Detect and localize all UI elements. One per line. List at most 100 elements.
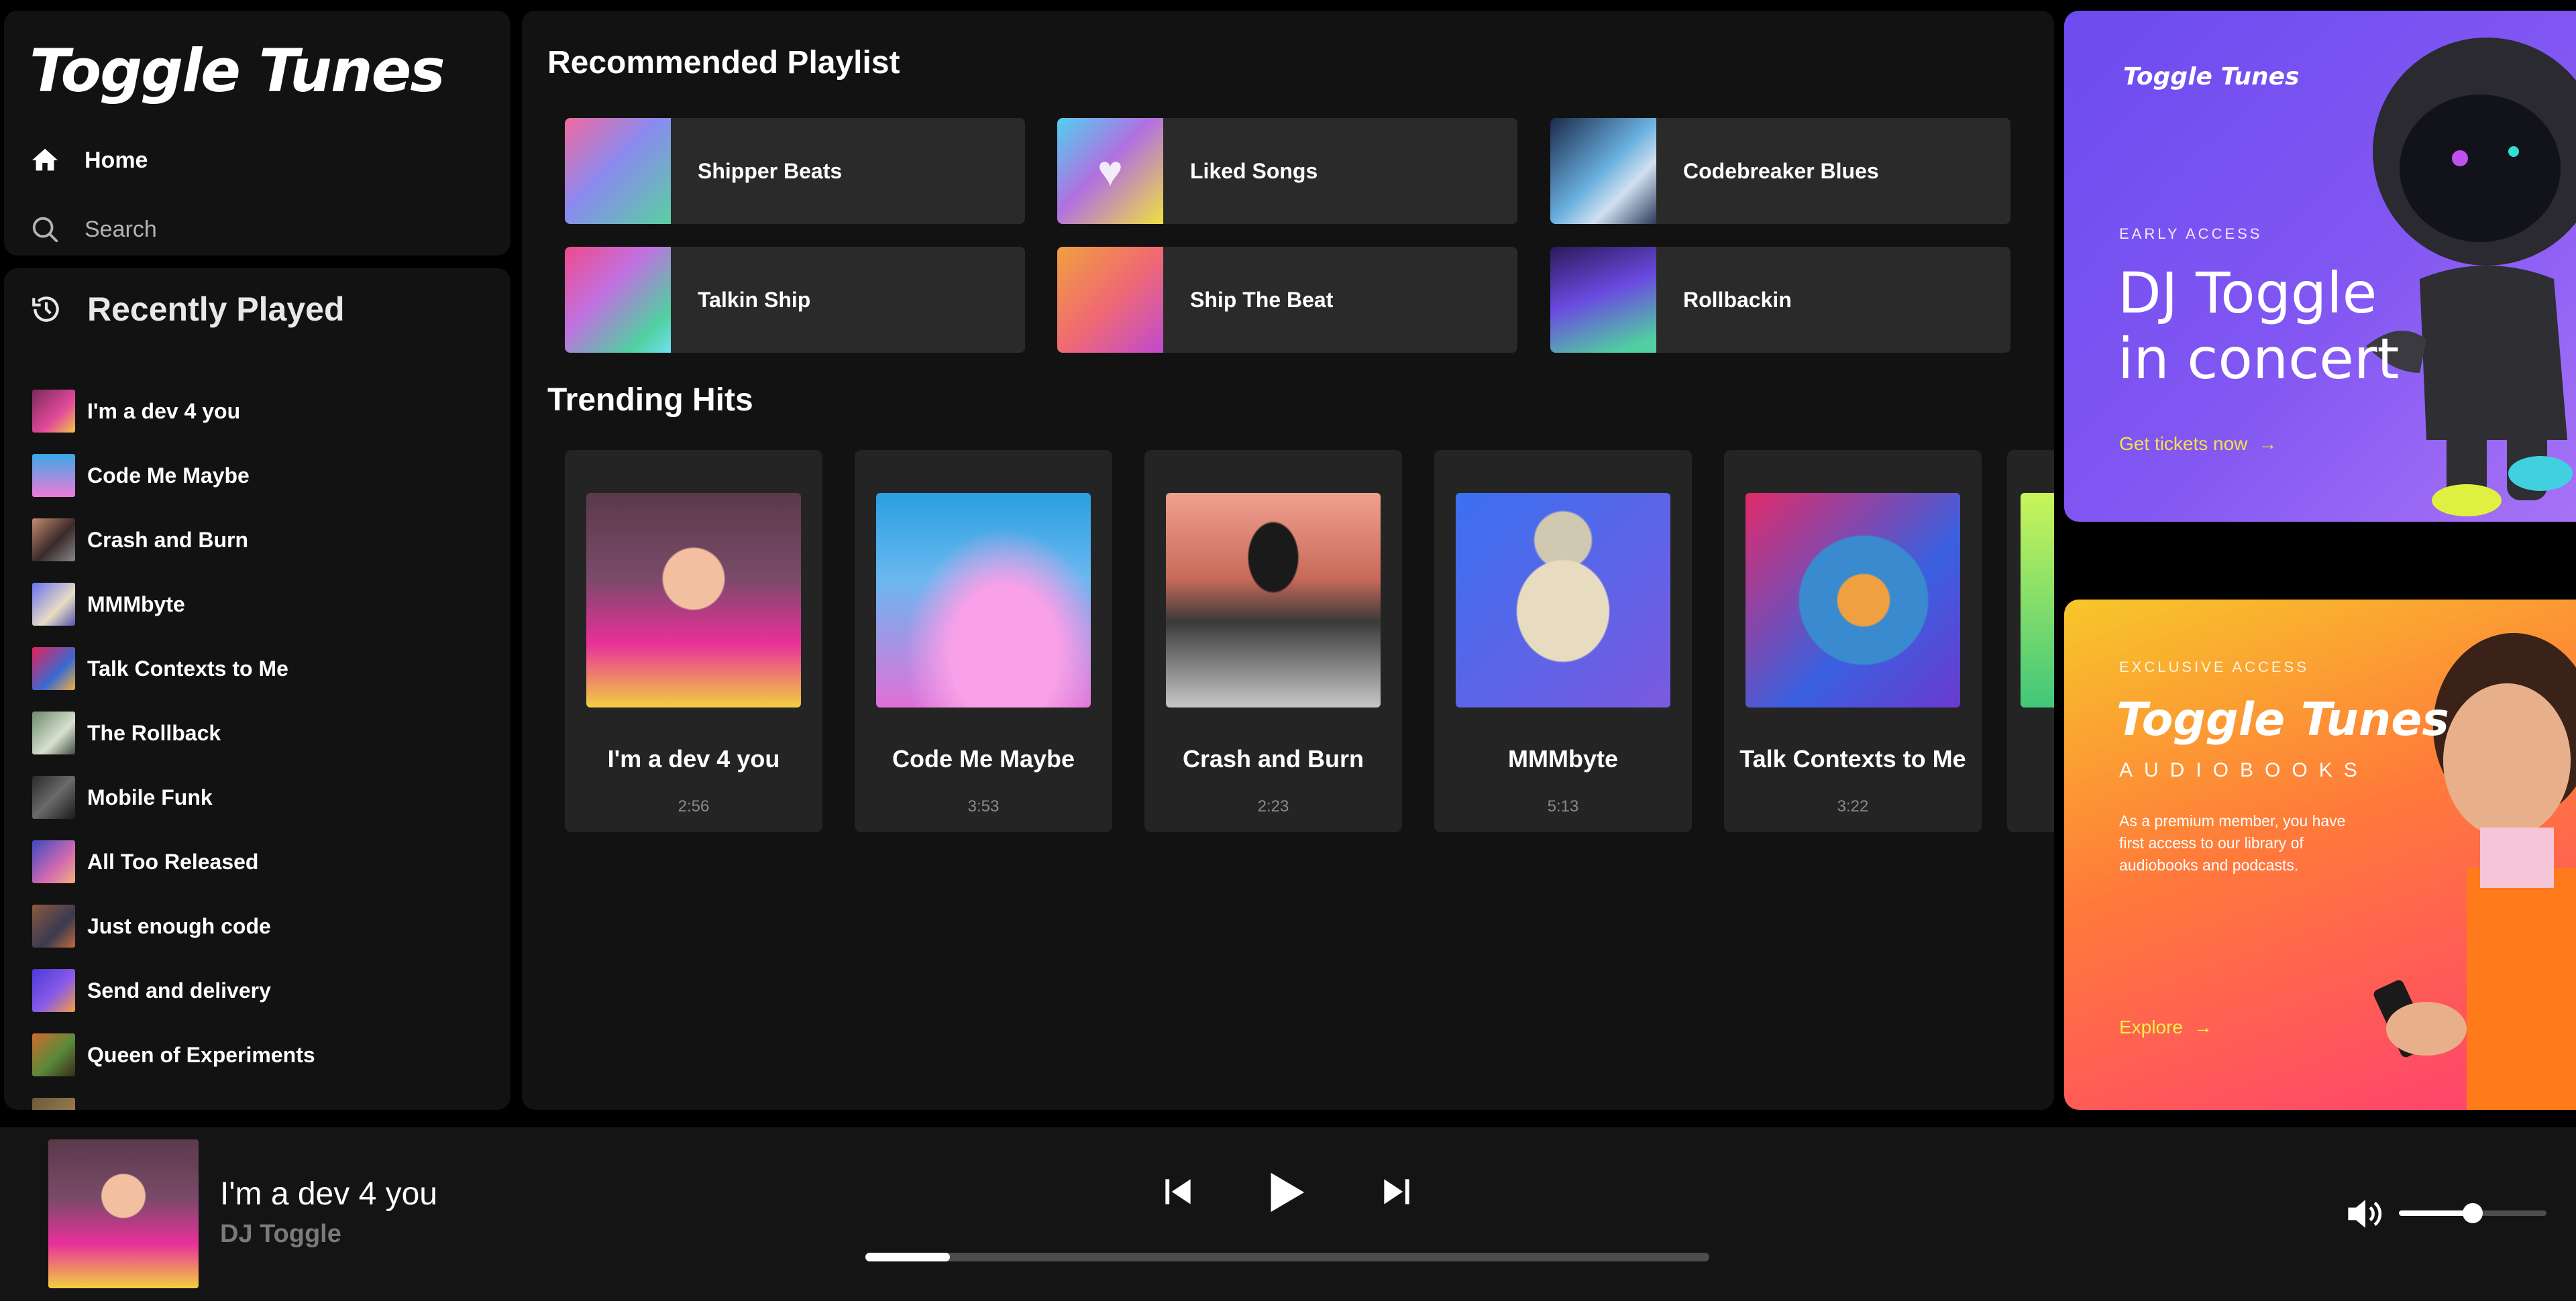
track-cover [876,493,1091,708]
app-logo[interactable]: Toggle Tunes [30,36,445,105]
concert-logo: Toggle Tunes [2123,63,2300,91]
track-duration: 5:13 [1547,797,1579,815]
playlist-card[interactable]: Ship The Beat [1057,247,1517,353]
playlist-card[interactable]: ♥ Liked Songs [1057,118,1517,224]
recent-thumb [32,905,75,948]
audiobook-logo: Toggle Tunes [2116,693,2449,746]
nav-home[interactable]: Home [30,145,148,176]
recommended-title: Recommended Playlist [547,45,900,80]
playlist-name: Codebreaker Blues [1683,158,1879,183]
logo-text: Toggle Tunes [30,36,445,105]
recent-thumb [32,840,75,883]
recent-item-title: Talk Contexts to Me [87,656,288,681]
recently-played-panel: Recently Played I'm a dev 4 you Code Me … [4,268,511,1110]
recent-item-title: Just enough code [87,913,271,938]
volume-slider[interactable] [2399,1203,2546,1223]
track-title: I'm a dev 4 you [607,745,780,773]
next-button[interactable] [1378,1173,1415,1210]
track-duration: 3:22 [1837,797,1869,815]
previous-icon [1165,1179,1191,1204]
recent-item[interactable]: All Too Released [32,830,315,894]
now-playing-cover[interactable] [48,1139,199,1288]
recent-item[interactable]: Talk Contexts to Me [32,636,315,701]
playlist-art: ♥ [1057,118,1163,224]
track-duration: 2:56 [678,797,710,815]
explore-label: Explore [2119,1017,2183,1037]
recent-item[interactable]: I'm a dev 4 you [32,379,315,443]
recent-thumb [32,776,75,819]
track-cover [1746,493,1960,708]
recent-item-title: Crash and Burn [87,527,249,552]
recent-item-title: Send and delivery [87,978,271,1003]
audiobook-body: As a premium member, you have first acce… [2119,810,2345,876]
trending-title: Trending Hits [547,382,753,418]
recent-item[interactable]: Send and delivery [32,958,315,1023]
recent-thumb [32,390,75,433]
explore-link[interactable]: Explore → [2119,1017,2212,1038]
playlist-card[interactable]: Rollbackin [1550,247,2010,353]
recent-item[interactable]: Mobile Funk [32,765,315,830]
progress-bar[interactable] [865,1253,1709,1261]
playlist-name: Rollbackin [1683,287,1792,312]
track-card[interactable]: Talk Contexts to Me 3:22 [1724,450,1982,832]
track-duration: 3:53 [967,797,1000,815]
now-playing-title[interactable]: I'm a dev 4 you [220,1176,437,1212]
audiobook-banner[interactable]: EXCLUSIVE ACCESS Toggle Tunes AUDIOBOOKS… [2064,600,2576,1110]
recent-thumb [32,518,75,561]
get-tickets-link[interactable]: Get tickets now → [2119,433,2277,455]
recent-item-title: Mobile Funk [87,785,213,809]
audiobook-body-line: first access to our library of [2119,834,2304,852]
arrow-right-icon: → [2193,1017,2212,1037]
volume-icon[interactable] [2345,1195,2386,1233]
concert-banner[interactable]: Toggle Tunes EARLY ACCESS DJ Toggle in c… [2064,11,2576,522]
playlist-card[interactable]: Talkin Ship [565,247,1025,353]
recent-thumb [32,454,75,497]
track-card-peek[interactable] [2007,450,2054,832]
track-card[interactable]: MMMbyte 5:13 [1434,450,1692,832]
playlist-name: Shipper Beats [698,158,843,183]
play-button[interactable] [1261,1168,1308,1217]
recent-item[interactable]: MMMbyte [32,572,315,636]
track-card[interactable]: I'm a dev 4 you 2:56 [565,450,822,832]
recent-item[interactable]: Code Me Maybe [32,443,315,508]
concert-eyebrow: EARLY ACCESS [2119,225,2263,242]
recent-item[interactable]: Crash and Burn [32,508,315,572]
play-icon [1271,1172,1305,1212]
nav-search[interactable]: Search [30,214,157,245]
volume-handle[interactable] [2463,1203,2483,1223]
nav-search-label: Search [85,216,157,242]
playlist-art [1550,247,1656,353]
audiobook-subtitle: AUDIOBOOKS [2119,759,2369,781]
recently-played-header: Recently Played [30,290,345,329]
recent-item[interactable]: The Rollback [32,701,315,765]
search-icon [32,217,58,243]
recent-thumb [32,1098,75,1110]
track-card[interactable]: Code Me Maybe 3:53 [855,450,1112,832]
playlist-card[interactable]: Codebreaker Blues [1550,118,2010,224]
recent-item[interactable]: Just enough code [32,894,315,958]
previous-button[interactable] [1159,1173,1197,1210]
recent-thumb [32,712,75,754]
audiobook-body-line: As a premium member, you have [2119,812,2346,830]
track-cover [1456,493,1670,708]
history-icon [32,296,59,322]
recent-item-title: Queen of Experiments [87,1042,315,1067]
recently-played-title: Recently Played [87,290,345,328]
playlist-card[interactable]: Shipper Beats [565,118,1025,224]
recent-item[interactable]: Queen of Experiments [32,1023,315,1087]
heart-icon: ♥ [1097,147,1123,195]
recent-item-title: I'm a dev 4 you [87,398,241,423]
recent-item-title: The Rollback [87,720,221,745]
playlist-art [565,247,671,353]
track-duration: 2:23 [1257,797,1289,815]
recent-item[interactable] [32,1087,315,1110]
concert-headline-line: in concert [2118,326,2400,392]
track-cover [1166,493,1381,708]
track-title: MMMbyte [1508,745,1618,773]
home-icon [32,148,58,171]
now-playing-artist[interactable]: DJ Toggle [220,1220,341,1249]
playlist-art [565,118,671,224]
recent-thumb [32,647,75,690]
track-card[interactable]: Crash and Burn 2:23 [1144,450,1402,832]
audiobook-eyebrow: EXCLUSIVE ACCESS [2119,659,2309,675]
